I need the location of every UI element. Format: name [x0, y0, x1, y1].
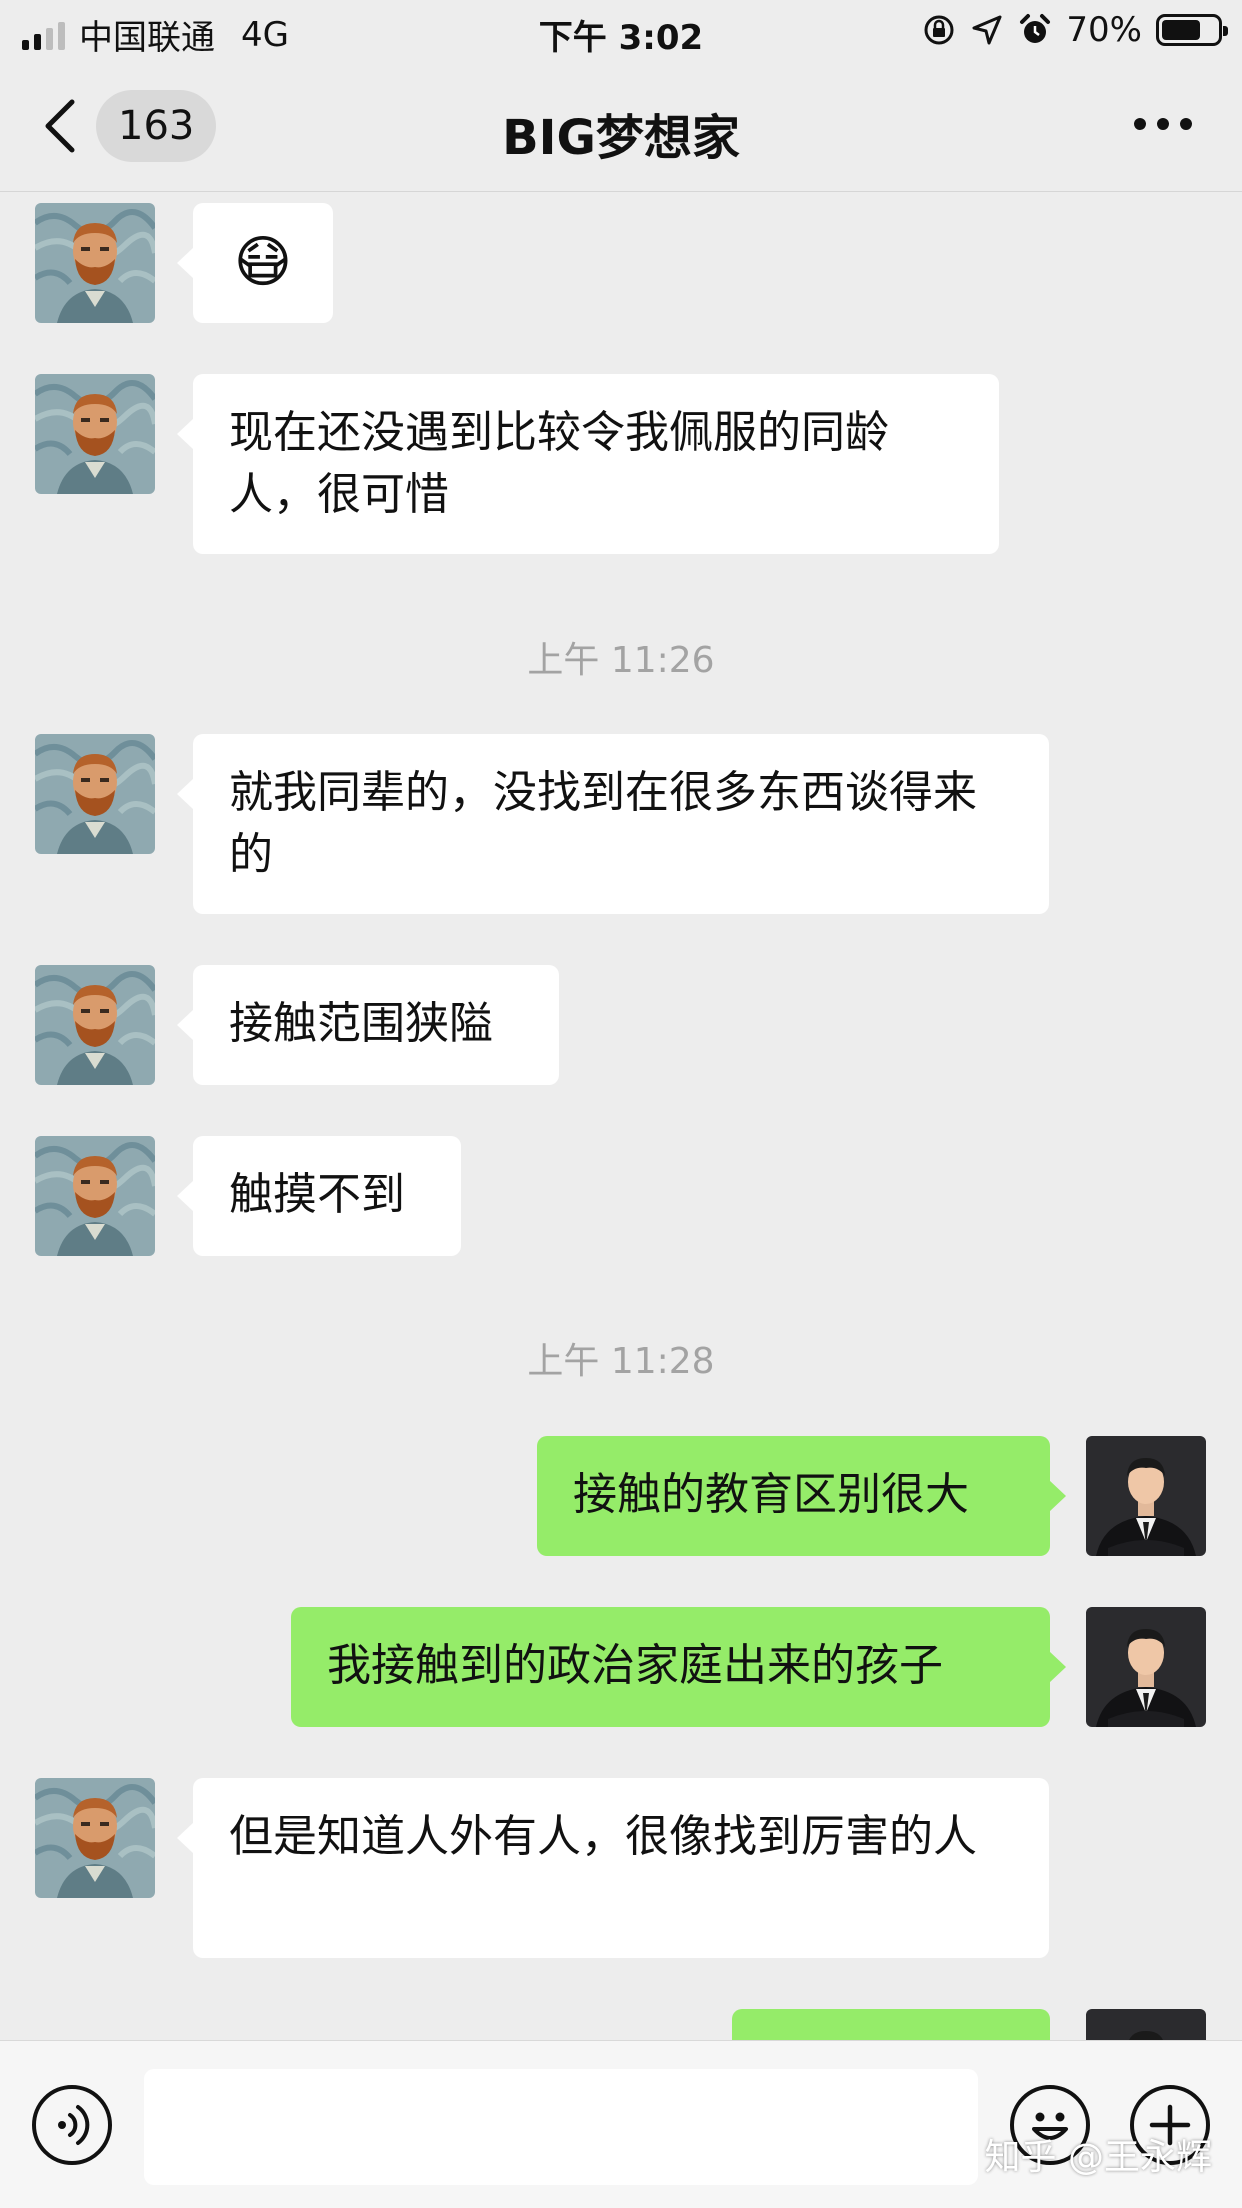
chat-header: 163 BIG梦想家: [0, 62, 1242, 192]
message-list[interactable]: 😷 现在还没遇到比较令我佩服的同龄人，很可惜 上午 11:26 就我同辈的，没找…: [0, 193, 1242, 2040]
message-row: [0, 2009, 1242, 2040]
input-bar: [0, 2040, 1242, 2208]
message-text: 😷: [233, 230, 293, 295]
message-text: 接触范围狭隘: [229, 998, 493, 1049]
message-bubble[interactable]: 触摸不到: [177, 1136, 461, 1256]
message-bubble[interactable]: 我接触到的政治家庭出来的孩子: [291, 1607, 1066, 1727]
self-avatar[interactable]: [1086, 1436, 1206, 1556]
battery-percent: 70%: [1066, 10, 1142, 50]
message-row: 但是知道人外有人，很像找到厉害的人: [0, 1778, 1242, 1958]
self-avatar[interactable]: [1086, 2009, 1206, 2040]
contact-avatar[interactable]: [35, 1136, 155, 1256]
contact-avatar[interactable]: [35, 1778, 155, 1898]
chat-title: BIG梦想家: [502, 110, 740, 166]
message-bubble[interactable]: 但是知道人外有人，很像找到厉害的人: [177, 1778, 1049, 1958]
message-row: 我接触到的政治家庭出来的孩子: [0, 1607, 1242, 1727]
message-text: 我接触到的政治家庭出来的孩子: [327, 1640, 943, 1691]
message-text: 但是知道人外有人，很像找到厉害的人: [229, 1811, 977, 1862]
message-bubble[interactable]: 接触的教育区别很大: [537, 1436, 1066, 1556]
timestamp-divider: 上午 11:26: [527, 640, 715, 681]
timestamp-divider: 上午 11:28: [527, 1341, 715, 1382]
message-row: 触摸不到: [0, 1136, 1242, 1256]
contact-avatar[interactable]: [35, 734, 155, 854]
message-bubble[interactable]: [732, 2009, 1050, 2040]
message-row: 接触的教育区别很大: [0, 1436, 1242, 1556]
message-bubble[interactable]: 接触范围狭隘: [177, 965, 559, 1085]
message-bubble[interactable]: 就我同辈的，没找到在很多东西谈得来的: [177, 734, 1049, 914]
status-bar: 中国联通 4G 下午 3:02 70%: [0, 0, 1242, 62]
contact-avatar[interactable]: [35, 965, 155, 1085]
more-options-button[interactable]: [1134, 118, 1192, 130]
contact-avatar[interactable]: [35, 374, 155, 494]
message-text: 现在还没遇到比较令我佩服的同龄人，很可惜: [229, 407, 889, 520]
message-text: 接触的教育区别很大: [573, 1469, 969, 1520]
message-row: 😷: [0, 203, 1242, 323]
message-text: 触摸不到: [229, 1169, 405, 1220]
message-text: 就我同辈的，没找到在很多东西谈得来的: [229, 767, 977, 880]
watermark: 知乎 @王永辉: [984, 2137, 1212, 2178]
self-avatar[interactable]: [1086, 1607, 1206, 1727]
voice-input-button[interactable]: [32, 2085, 112, 2165]
ellipsis-icon: [1134, 118, 1146, 130]
contact-avatar[interactable]: [35, 203, 155, 323]
message-row: 就我同辈的，没找到在很多东西谈得来的: [0, 734, 1242, 914]
message-row: 接触范围狭隘: [0, 965, 1242, 1085]
battery-icon: [1156, 14, 1228, 46]
location-icon: [972, 15, 1002, 45]
orientation-lock-icon: [924, 15, 954, 45]
message-row: 现在还没遇到比较令我佩服的同龄人，很可惜: [0, 374, 1242, 554]
alarm-icon: [1020, 14, 1051, 43]
voice-icon: [58, 2105, 90, 2145]
message-input[interactable]: [144, 2069, 978, 2185]
message-bubble[interactable]: 现在还没遇到比较令我佩服的同龄人，很可惜: [177, 374, 999, 554]
message-bubble[interactable]: 😷: [177, 203, 333, 323]
